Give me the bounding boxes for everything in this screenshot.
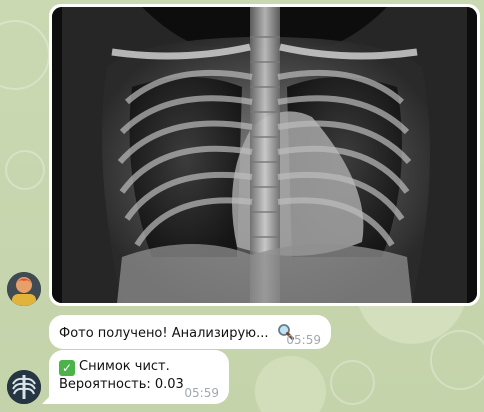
bot-avatar[interactable] [7,370,41,404]
message-time: 05:59 [286,333,321,347]
bot-avatar-image [7,370,41,404]
check-mark-icon: ✓ [59,360,75,376]
background-doodle [330,360,375,405]
message-text: Фото получено! Анализирую... [59,326,269,341]
photo-message[interactable] [49,4,480,306]
user-avatar-image [7,272,41,306]
background-doodle [5,150,45,190]
xray-picture [52,7,477,303]
incoming-message[interactable]: ✓ Снимок чист. Вероятность: 0.03 05:59 [42,350,229,404]
message-time: 05:59 [184,386,219,400]
xray-image[interactable] [52,7,477,303]
background-doodle [430,330,484,390]
user-avatar[interactable] [7,272,41,306]
result-text: Снимок чист. [79,359,170,374]
incoming-message[interactable]: Фото получено! Анализирую... 05:59 [49,315,331,349]
